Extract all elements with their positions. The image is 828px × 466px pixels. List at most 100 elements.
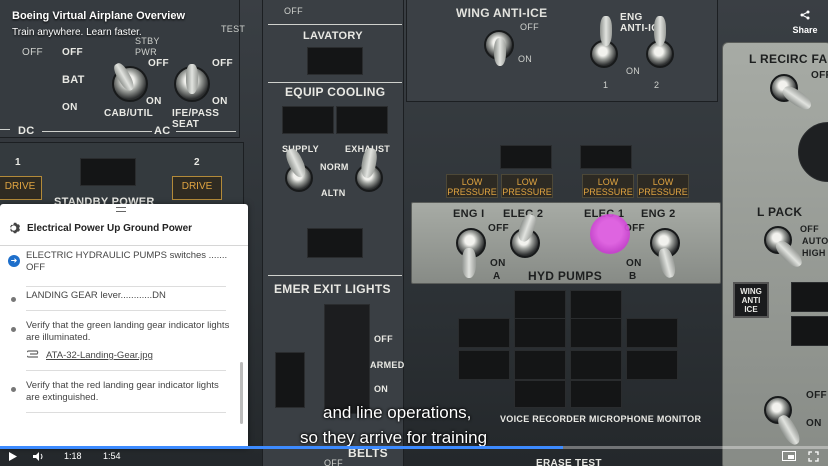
procedure-step-1[interactable]: ➜ ELECTRIC HYDRAULIC PUMPS switches ....… <box>0 250 238 290</box>
procedure-step-4[interactable]: Verify that the red landing gear indicat… <box>0 380 238 420</box>
hyd-b-label: B <box>629 271 637 282</box>
share-label: Share <box>792 25 818 35</box>
elec1-pump-switch-highlight[interactable] <box>590 214 630 254</box>
right-black-button-2[interactable] <box>791 316 828 346</box>
hyd-a-label: A <box>493 271 501 282</box>
eng-ai-1-label: 1 <box>603 80 609 90</box>
eng1-pump-switch[interactable] <box>462 248 476 278</box>
drive-1-number: 1 <box>15 157 21 168</box>
procedure-step-2[interactable]: LANDING GEAR lever............DN <box>0 290 238 318</box>
emer-armed-label: ARMED <box>370 360 405 370</box>
duration: 1:54 <box>103 451 121 461</box>
share-icon <box>792 10 818 23</box>
equip-lower-button[interactable] <box>307 228 363 258</box>
pack-off-label: OFF <box>800 224 819 234</box>
lavatory-button[interactable] <box>307 47 363 75</box>
equip-cooling-label: EQUIP COOLING <box>285 85 386 99</box>
procedure-step-3[interactable]: Verify that the green landing gear indic… <box>0 320 238 374</box>
gear-icon <box>8 221 22 235</box>
emer-on-label: ON <box>374 384 389 394</box>
standby-power-button[interactable] <box>80 158 136 186</box>
volume-icon[interactable] <box>32 451 44 465</box>
low-pressure-elec2-light: LOW PRESSURE <box>501 174 553 198</box>
lower-grid-button-3[interactable] <box>570 290 622 320</box>
progress-bar[interactable] <box>0 446 828 449</box>
lower-grid-button-10[interactable] <box>626 350 678 380</box>
emer-exit-lights-label: EMER EXIT LIGHTS <box>274 282 391 296</box>
recirc-off-label: OFF <box>811 70 828 81</box>
fullscreen-icon[interactable] <box>808 451 819 465</box>
low-pressure-eng1-light: LOW PRESSURE <box>446 174 498 198</box>
test-label: TEST <box>221 24 246 34</box>
voice-recorder-label: VOICE RECORDER MICROPHONE MONITOR <box>500 414 702 424</box>
captions-icon[interactable] <box>782 451 796 464</box>
equip-cooling-left-button[interactable] <box>282 106 334 134</box>
caption-line-2: so they arrive for training <box>300 428 488 447</box>
pack-high-label: HIGH <box>802 248 826 258</box>
eng1-label: ENG I <box>453 208 485 220</box>
bat-off-right-label: OFF <box>62 47 83 58</box>
video-subtitle: Train anywhere. Learn faster. <box>12 27 142 38</box>
lower-grid-button-1[interactable] <box>458 318 510 348</box>
wing-anti-ice-button[interactable]: WING ANTI ICE <box>733 282 769 318</box>
stby-pwr-label: STBY PWR <box>135 36 160 57</box>
low-pressure-elec1-light: LOW PRESSURE <box>582 174 634 198</box>
eng-ai-2-switch[interactable] <box>654 16 666 46</box>
cab-util-label: CAB/UTIL <box>104 108 154 119</box>
altn-label: ALTN <box>321 188 346 198</box>
share-button[interactable]: Share <box>792 10 818 35</box>
eng2-label: ENG 2 <box>641 208 676 220</box>
hyd-on-a-label: ON <box>490 258 506 269</box>
emer-exit-side-button[interactable] <box>275 352 305 408</box>
attachment-link[interactable]: ATA-32-Landing-Gear.jpg <box>46 350 153 361</box>
ac-label: AC <box>154 125 171 137</box>
caption-line-1: and line operations, <box>323 403 472 422</box>
bat-label: BAT <box>62 74 85 86</box>
lower-grid-button-4[interactable] <box>514 318 566 348</box>
play-icon[interactable] <box>8 451 18 465</box>
step-text: LANDING GEAR lever............DN <box>26 290 166 301</box>
low-pressure-eng2-light: LOW PRESSURE <box>637 174 689 198</box>
eng-ai-1-switch[interactable] <box>600 16 612 46</box>
equip-cooling-right-button[interactable] <box>336 106 388 134</box>
norm-label: NORM <box>320 162 349 172</box>
wing-anti-ice-label: WING ANTI-ICE <box>456 6 548 20</box>
lavatory-label: LAVATORY <box>303 30 363 42</box>
lower-grid-button-6[interactable] <box>626 318 678 348</box>
dc-label: DC <box>18 125 35 137</box>
wing-off-label: OFF <box>520 22 539 32</box>
bat-off-label: OFF <box>22 47 43 58</box>
l-pack-label: L PACK <box>757 205 803 219</box>
lower-grid-button-7[interactable] <box>458 350 510 380</box>
video-title[interactable]: Boeing Virtual Airplane Overview <box>12 10 185 22</box>
right-black-button-1[interactable] <box>791 282 828 312</box>
ife-off-label: OFF <box>212 58 233 69</box>
l-recirc-fan-label: L RECIRC FAN <box>749 52 828 66</box>
drag-handle-icon[interactable] <box>116 207 126 212</box>
progress-fill <box>0 446 564 449</box>
eng-ai-2-label: 2 <box>654 80 660 90</box>
bullet-icon <box>11 387 16 392</box>
ife-pass-seat-switch[interactable] <box>186 64 198 94</box>
wing-anti-ice-switch[interactable] <box>494 38 506 66</box>
arrow-right-icon: ➜ <box>8 255 20 267</box>
procedure-title: Electrical Power Up Ground Power <box>27 223 193 234</box>
emer-off-label: OFF <box>374 334 393 344</box>
lower-grid-button-5[interactable] <box>570 318 622 348</box>
step-text: ELECTRIC HYDRAULIC PUMPS switches ......… <box>26 250 228 273</box>
lower-on-label: ON <box>806 418 822 429</box>
off-bottom-label: OFF <box>324 458 343 466</box>
hyd-on-b-label: ON <box>626 258 642 269</box>
bullet-icon <box>11 327 16 332</box>
emer-exit-guard[interactable] <box>324 304 370 414</box>
lower-grid-button-9[interactable] <box>570 350 622 380</box>
procedure-card: Electrical Power Up Ground Power ➜ ELECT… <box>0 204 248 448</box>
lower-grid-button-8[interactable] <box>514 350 566 380</box>
bat-on-label: ON <box>62 102 78 113</box>
procedure-scrollbar[interactable] <box>240 362 243 424</box>
drive-1-light: DRIVE <box>0 176 42 200</box>
lower-grid-button-12[interactable] <box>570 380 622 408</box>
lower-grid-button-11[interactable] <box>514 380 566 408</box>
lower-grid-button-2[interactable] <box>514 290 566 320</box>
lower-off-label: OFF <box>806 390 827 401</box>
